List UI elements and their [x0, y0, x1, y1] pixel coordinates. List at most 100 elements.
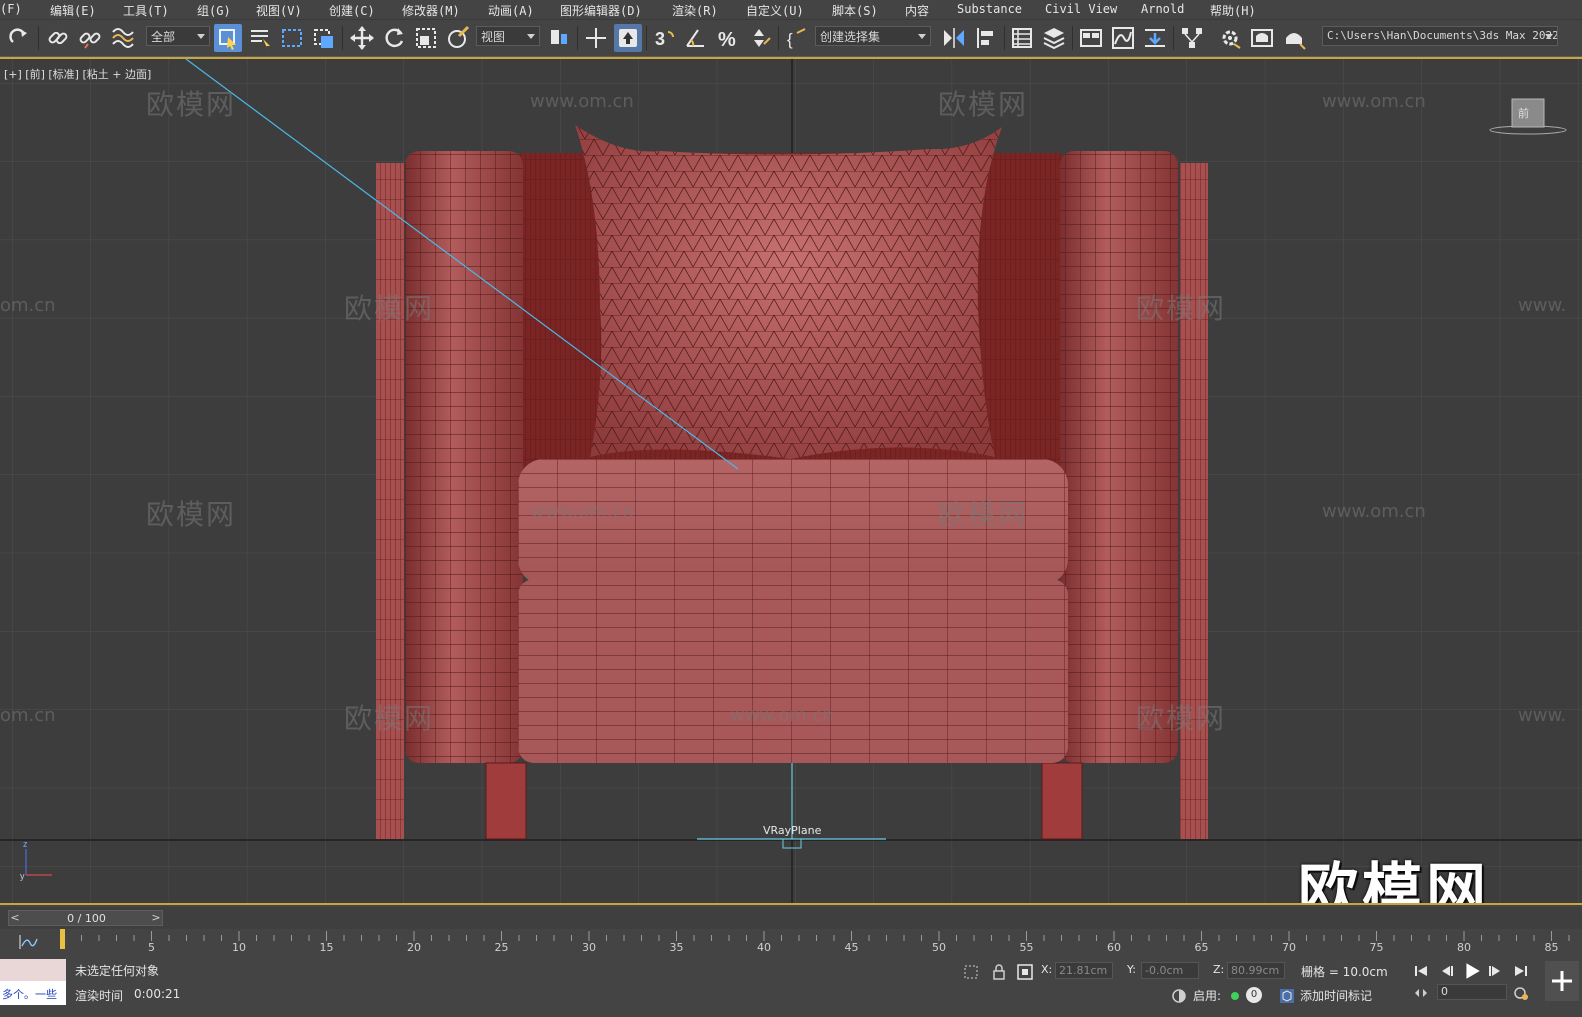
link-icon[interactable]	[44, 24, 72, 52]
snap-3d-icon[interactable]: 3	[650, 24, 678, 52]
watermark-text: 欧模网	[938, 88, 1029, 121]
current-frame-field[interactable]: 0	[1437, 984, 1507, 1000]
play-icon[interactable]	[1462, 961, 1482, 981]
dope-sheet-icon[interactable]	[1141, 24, 1169, 52]
frame-spinner-icon[interactable]	[1412, 984, 1430, 1002]
rotate-icon[interactable]	[380, 24, 408, 52]
z-coordinate-field[interactable]: 80.99cm	[1227, 962, 1285, 979]
x-coordinate-field[interactable]: 21.81cm	[1055, 962, 1113, 979]
menu-views[interactable]: 视图(V)	[256, 2, 302, 19]
menu-substance[interactable]: Substance	[957, 2, 1022, 16]
lock-selection-icon[interactable]	[990, 963, 1008, 981]
plus-icon	[1552, 971, 1572, 991]
time-tag-icon[interactable]	[1278, 987, 1296, 1005]
menu-help[interactable]: 帮助(H)	[1210, 2, 1256, 19]
selection-status-text: 未选定任何对象	[75, 964, 160, 978]
menu-graph-editors[interactable]: 图形编辑器(D)	[560, 2, 642, 19]
menu-modifiers[interactable]: 修改器(M)	[402, 2, 460, 19]
rectangular-selection-icon[interactable]	[278, 24, 306, 52]
trackbar[interactable]: 5 10 15 20 25 30 35 40 45 50 55 60 65 70 75 80 85	[0, 929, 1582, 957]
viewcube[interactable]: 前	[1488, 97, 1568, 141]
add-viewport-button[interactable]	[1545, 961, 1579, 1001]
spinner-snap-icon[interactable]	[746, 24, 774, 52]
render-production-icon[interactable]	[1280, 24, 1308, 52]
curve-editor-icon[interactable]	[1109, 24, 1137, 52]
pivot-center-icon[interactable]	[545, 24, 573, 52]
schematic-view-icon[interactable]	[1178, 24, 1206, 52]
angle-snap-icon[interactable]	[682, 24, 710, 52]
front-viewport[interactable]: z y [+] [前] [标准] [粘土 + 边面] 欧模网 www. om.cn…	[0, 57, 1582, 905]
menu-customize[interactable]: 自定义(U)	[746, 2, 804, 19]
align-icon[interactable]	[972, 24, 1000, 52]
maxscript-listener[interactable]: 多个。一些	[0, 959, 66, 1005]
next-frame-icon[interactable]: >	[150, 911, 162, 925]
trackbar-ruler[interactable]	[60, 929, 1570, 957]
select-manipulate-icon[interactable]	[582, 24, 610, 52]
watermark-text: om.cn	[0, 295, 56, 316]
go-to-start-icon[interactable]	[1412, 962, 1430, 980]
menu-create[interactable]: 创建(C)	[329, 2, 375, 19]
previous-key-icon[interactable]	[1438, 962, 1456, 980]
menu-animation[interactable]: 动画(A)	[488, 2, 534, 19]
reference-coordinate-dropdown[interactable]: 视图	[476, 26, 540, 46]
isolate-selection-icon[interactable]	[962, 963, 980, 981]
mirror-icon[interactable]	[940, 24, 968, 52]
menu-content[interactable]: 内容	[905, 2, 929, 19]
menu-rendering[interactable]: 渲染(R)	[672, 2, 718, 19]
named-selection-set-dropdown[interactable]: 创建选择集	[815, 26, 931, 46]
trackbar-tick-label: 80	[1457, 941, 1471, 954]
toggle-ribbon-icon[interactable]	[1077, 24, 1105, 52]
selection-filter-dropdown[interactable]: 全部	[146, 26, 210, 46]
render-setup-icon[interactable]	[1216, 24, 1244, 52]
render-time-label: 渲染时间	[75, 989, 124, 1003]
absolute-mode-icon[interactable]	[1016, 963, 1034, 981]
svg-text:3: 3	[655, 29, 665, 49]
place-icon[interactable]	[444, 24, 472, 52]
watermark-text: 欧模网	[344, 702, 435, 735]
menu-edit[interactable]: 编辑(E)	[50, 2, 96, 19]
svg-text:y: y	[20, 871, 25, 881]
watermark-text: www.	[1518, 295, 1567, 316]
y-coordinate-field[interactable]: -0.0cm	[1141, 962, 1199, 979]
menu-file[interactable]: (F)	[0, 2, 22, 16]
site-logo: 欧模网	[1298, 857, 1490, 905]
time-configuration-icon[interactable]	[1512, 984, 1530, 1002]
menu-arnold[interactable]: Arnold	[1141, 2, 1184, 16]
project-path-dropdown[interactable]: C:\Users\Han\Documents\3ds Max 2022	[1322, 26, 1558, 46]
scale-icon[interactable]	[412, 24, 440, 52]
grid-size-label: 栅格 = 10.0cm	[1301, 965, 1388, 979]
viewport-canvas[interactable]: z y	[0, 59, 1582, 903]
mini-curve-editor-icon[interactable]	[18, 934, 38, 950]
window-crossing-icon[interactable]	[310, 24, 338, 52]
scene-explorer-icon[interactable]	[1008, 24, 1036, 52]
unlink-icon[interactable]	[76, 24, 104, 52]
edit-named-selection-icon[interactable]: {	[783, 24, 811, 52]
watermark-text: 欧模网	[146, 498, 237, 531]
next-key-icon[interactable]	[1486, 962, 1504, 980]
bind-space-warp-icon[interactable]	[108, 24, 136, 52]
rendered-frame-window-icon[interactable]	[1248, 24, 1276, 52]
menu-scripting[interactable]: 脚本(S)	[832, 2, 878, 19]
time-slider[interactable]: < 0 / 100 >	[0, 907, 1582, 929]
watermark-text: 欧模网	[344, 292, 435, 325]
keyboard-shortcut-override-icon[interactable]	[614, 24, 642, 52]
percent-snap-icon[interactable]: %	[714, 24, 742, 52]
watermark-text: 欧模网	[1136, 292, 1227, 325]
enable-count-badge[interactable]: 0	[1246, 987, 1262, 1003]
menu-group[interactable]: 组(G)	[197, 2, 231, 19]
move-icon[interactable]	[348, 24, 376, 52]
redo-icon[interactable]	[6, 24, 34, 52]
select-object-icon[interactable]	[214, 24, 242, 52]
menu-tools[interactable]: 工具(T)	[123, 2, 169, 19]
go-to-end-icon[interactable]	[1512, 962, 1530, 980]
viewport-label[interactable]: [+] [前] [标准] [粘土 + 边面]	[4, 66, 151, 82]
trackbar-tick-label: 70	[1282, 941, 1296, 954]
add-time-tag-label[interactable]: 添加时间标记	[1300, 987, 1372, 1004]
time-slider-thumb[interactable]: < 0 / 100 >	[8, 910, 163, 926]
viewcube-face-label[interactable]: 前	[1518, 105, 1529, 121]
adaptive-degradation-icon[interactable]	[1170, 987, 1188, 1005]
layer-explorer-icon[interactable]	[1040, 24, 1068, 52]
vrayplane-object-label[interactable]: VRayPlane	[763, 824, 821, 837]
menu-civil-view[interactable]: Civil View	[1045, 2, 1117, 16]
select-by-name-icon[interactable]	[246, 24, 274, 52]
